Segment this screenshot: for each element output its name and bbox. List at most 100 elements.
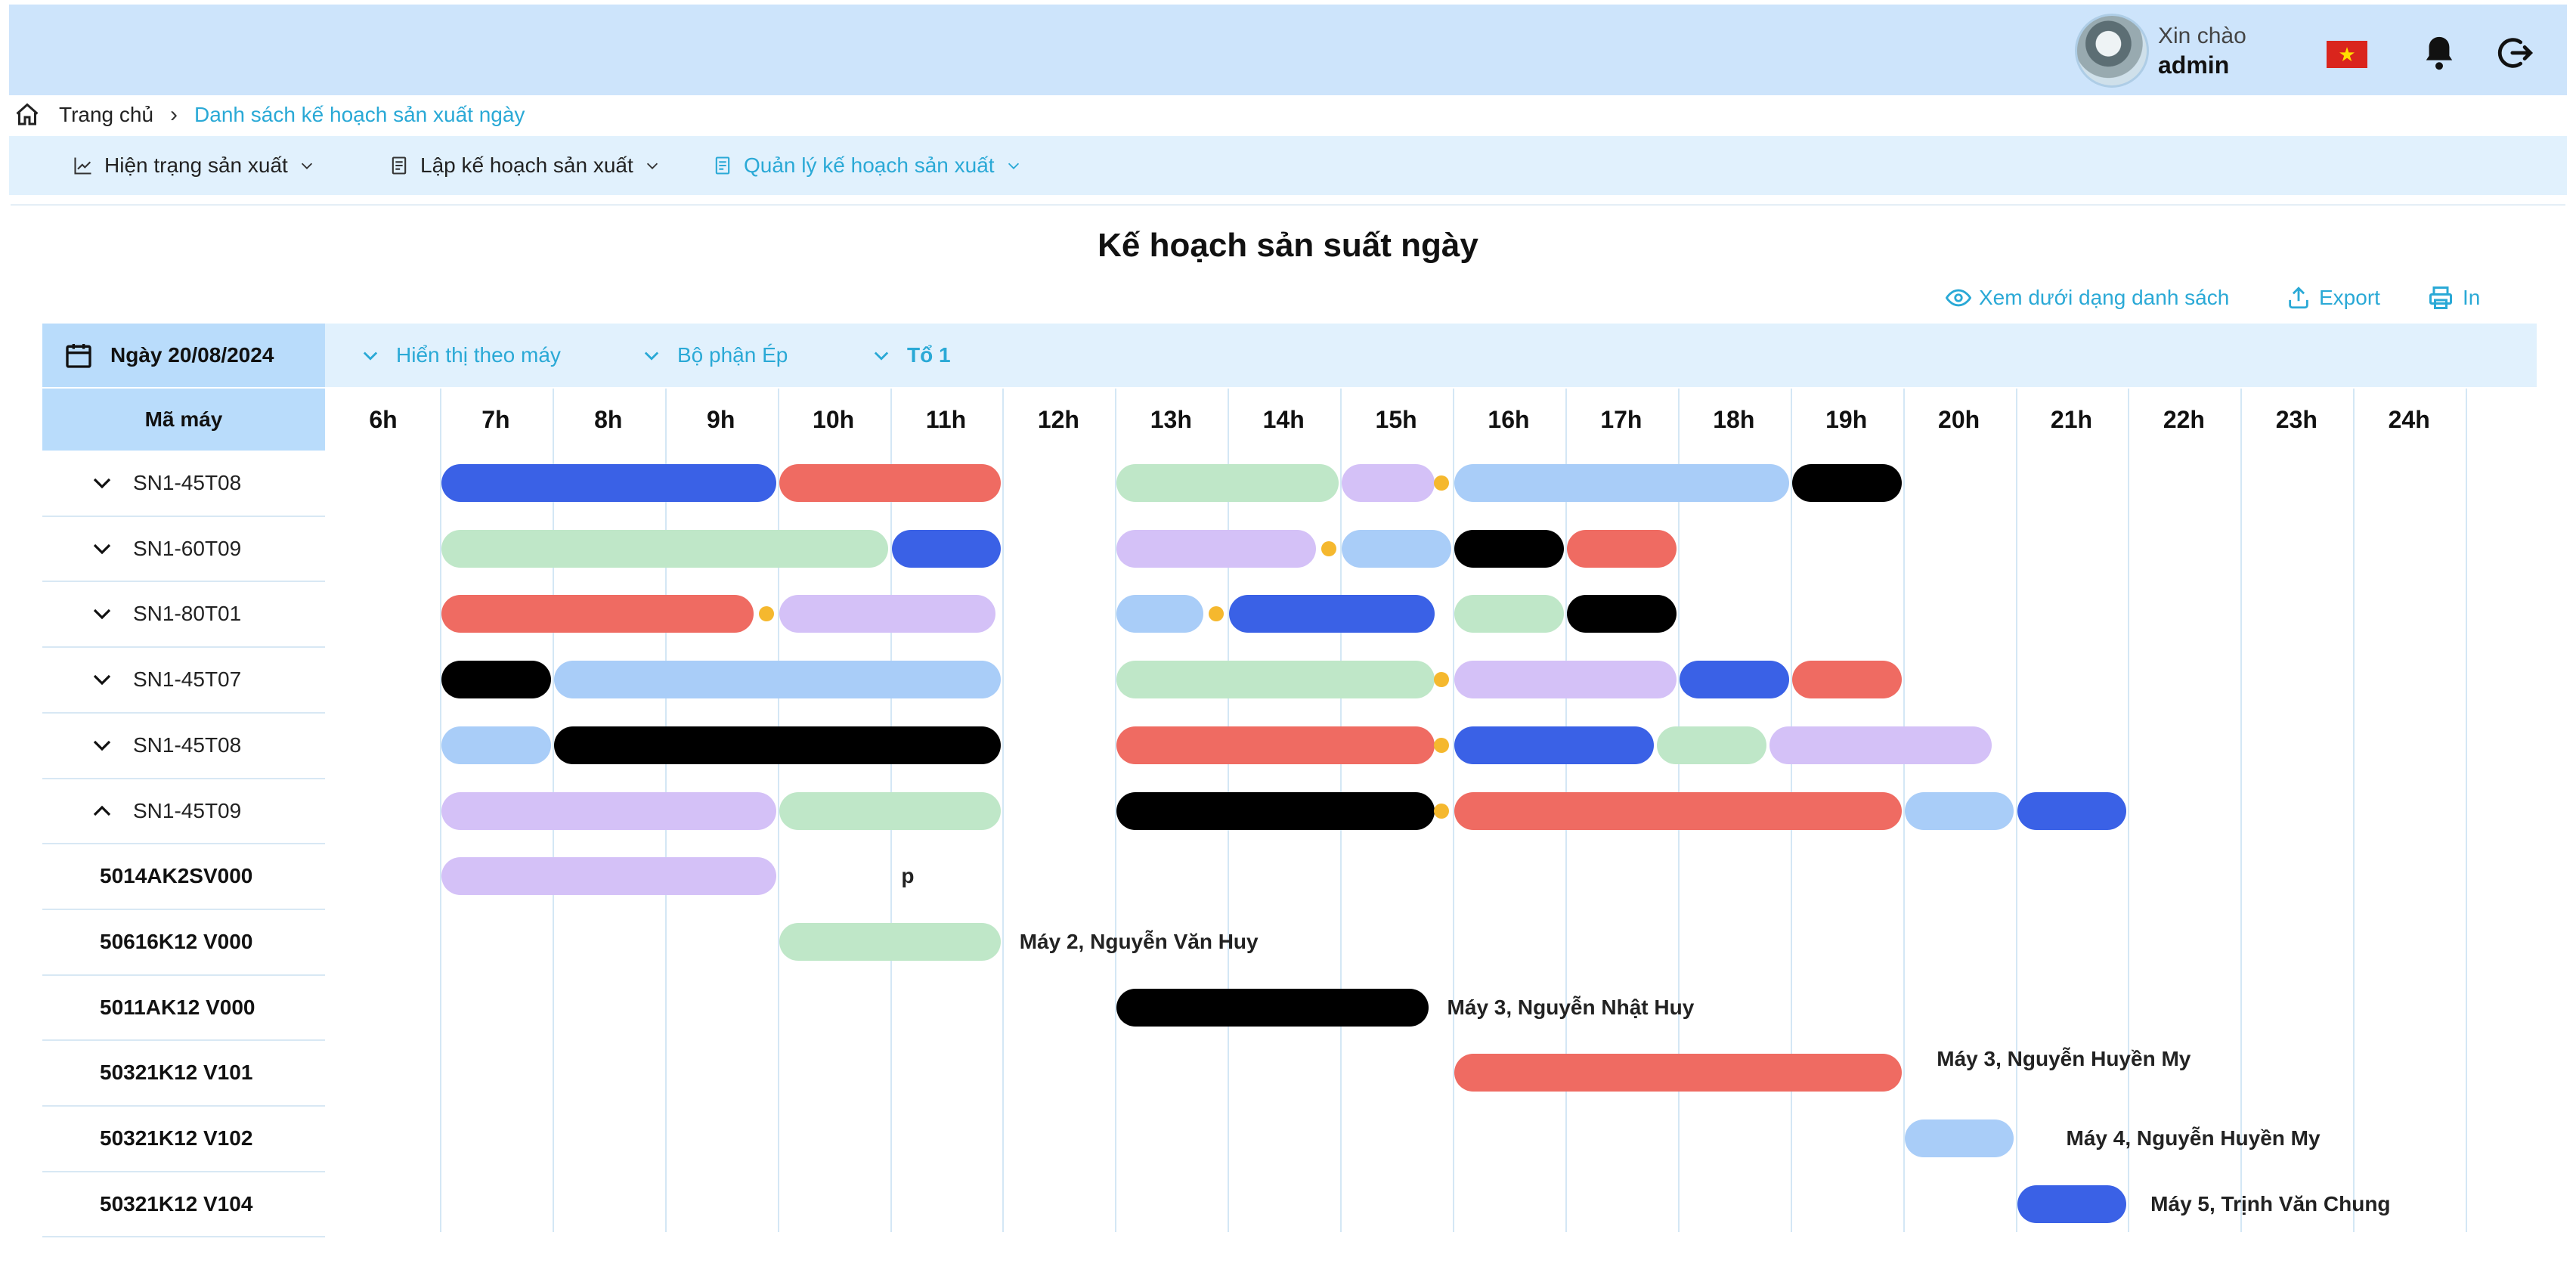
vietnam-flag-icon[interactable]: ★ xyxy=(2327,41,2367,68)
bar-annotation: Máy 2, Nguyễn Văn Huy xyxy=(1019,929,1259,953)
row-label-text: 5014AK2SV000 xyxy=(100,864,253,888)
machine-row-label[interactable]: SN1-60T09 xyxy=(42,516,325,581)
changeover-dot[interactable] xyxy=(1434,803,1450,819)
schedule-bar[interactable] xyxy=(1116,988,1429,1027)
export-button[interactable]: Export xyxy=(2286,278,2380,317)
schedule-bar[interactable] xyxy=(1769,726,1992,764)
logout-icon[interactable] xyxy=(2494,33,2534,73)
schedule-bar[interactable] xyxy=(553,726,1002,764)
home-icon[interactable] xyxy=(14,101,41,129)
schedule-bar[interactable] xyxy=(1342,529,1451,568)
team-select[interactable]: Tổ 1 xyxy=(871,324,951,387)
hour-header: 13h xyxy=(1150,406,1192,433)
hour-gridline xyxy=(2128,389,2130,1232)
changeover-dot[interactable] xyxy=(1434,475,1450,491)
machine-row-label[interactable]: SN1-45T08 xyxy=(42,713,325,778)
display-mode-value: Hiển thị theo máy xyxy=(396,343,561,367)
hour-header: 12h xyxy=(1037,406,1079,433)
schedule-bar[interactable] xyxy=(1566,529,1677,568)
user-avatar[interactable] xyxy=(2075,14,2149,88)
schedule-bar[interactable] xyxy=(1679,661,1789,699)
schedule-bar[interactable] xyxy=(1454,1054,1902,1092)
hour-header: 19h xyxy=(1825,406,1868,433)
schedule-bar[interactable] xyxy=(1116,464,1339,502)
schedule-bar[interactable] xyxy=(1116,595,1204,633)
schedule-bar[interactable] xyxy=(441,529,889,568)
schedule-bar[interactable] xyxy=(1791,661,1902,699)
schedule-bar[interactable] xyxy=(1454,726,1655,764)
hour-header: 16h xyxy=(1488,406,1530,433)
list-view-button[interactable]: Xem dưới dạng danh sách xyxy=(1946,278,2229,317)
chevron-down-icon[interactable] xyxy=(91,734,113,757)
machine-row-label[interactable]: SN1-45T08 xyxy=(42,451,325,516)
schedule-bar[interactable] xyxy=(779,791,1002,830)
page-title: Kế hoạch sản suất ngày xyxy=(1098,227,1478,264)
list-view-label: Xem dưới dạng danh sách xyxy=(1979,286,2230,309)
department-value: Bộ phận Ép xyxy=(677,343,788,367)
breadcrumb-separator-icon: › xyxy=(170,102,178,127)
schedule-bar[interactable] xyxy=(1657,726,1766,764)
chevron-down-icon[interactable] xyxy=(91,472,113,494)
schedule-bar[interactable] xyxy=(1454,529,1564,568)
schedule-bar[interactable] xyxy=(779,595,995,633)
schedule-bar[interactable] xyxy=(1229,595,1435,633)
menu-create-plan[interactable]: Lập kế hoạch sản xuất xyxy=(389,136,671,195)
schedule-bar[interactable] xyxy=(441,464,776,502)
product-row-label: 50321K12 V101 xyxy=(42,1040,325,1105)
department-select[interactable]: Bộ phận Ép xyxy=(641,324,788,387)
calendar-icon xyxy=(66,344,91,368)
chevron-down-icon[interactable] xyxy=(91,537,113,560)
schedule-bar[interactable] xyxy=(441,661,551,699)
schedule-bar[interactable] xyxy=(1791,464,1902,502)
changeover-dot[interactable] xyxy=(758,606,774,622)
schedule-bar[interactable] xyxy=(441,791,776,830)
schedule-bar[interactable] xyxy=(779,464,1002,502)
machine-row-label[interactable]: SN1-45T07 xyxy=(42,647,325,712)
chevron-up-icon[interactable] xyxy=(91,800,113,822)
user-menu[interactable]: Xin chào admin xyxy=(2075,14,2246,88)
machine-column-header: Mã máy xyxy=(42,389,325,451)
schedule-bar[interactable] xyxy=(1116,529,1317,568)
hour-header: 24h xyxy=(2388,406,2430,433)
schedule-bar[interactable] xyxy=(441,595,754,633)
schedule-bar[interactable] xyxy=(2017,791,2127,830)
changeover-dot[interactable] xyxy=(1321,540,1337,556)
schedule-bar[interactable] xyxy=(891,529,1002,568)
machine-row-label[interactable]: SN1-80T01 xyxy=(42,581,325,646)
menu-production-status[interactable]: Hiện trạng sản xuất xyxy=(73,136,326,195)
breadcrumb-home[interactable]: Trang chủ xyxy=(59,103,153,127)
schedule-bar[interactable] xyxy=(1904,1120,2014,1157)
schedule-bar[interactable] xyxy=(1904,791,2014,830)
schedule-bar[interactable] xyxy=(553,661,1002,699)
chevron-down-icon[interactable] xyxy=(91,668,113,691)
date-picker[interactable]: Ngày 20/08/2024 xyxy=(42,324,325,387)
schedule-bar[interactable] xyxy=(441,726,551,764)
chevron-down-icon xyxy=(874,351,889,361)
schedule-bar[interactable] xyxy=(1116,791,1435,830)
schedule-bar[interactable] xyxy=(1454,595,1564,633)
print-button[interactable]: In xyxy=(2426,278,2480,317)
machine-row-label[interactable]: SN1-45T09 xyxy=(42,779,325,844)
schedule-bar[interactable] xyxy=(1116,661,1435,699)
display-mode-select[interactable]: Hiển thị theo máy xyxy=(360,324,561,387)
schedule-bar[interactable] xyxy=(1116,726,1435,764)
changeover-dot[interactable] xyxy=(1434,737,1450,753)
product-row-label: 5014AK2SV000 xyxy=(42,844,325,909)
menu-manage-plan[interactable]: Quản lý kế hoạch sản xuất xyxy=(712,136,1033,195)
hour-gridline xyxy=(2353,389,2355,1232)
bell-icon[interactable] xyxy=(2422,33,2457,73)
hour-gridline xyxy=(2466,389,2468,1232)
schedule-bar[interactable] xyxy=(1566,595,1677,633)
team-value: Tổ 1 xyxy=(907,343,951,367)
breadcrumb-current[interactable]: Danh sách kế hoạch sản xuất ngày xyxy=(194,103,525,127)
hour-header: 6h xyxy=(369,406,398,433)
schedule-bar[interactable] xyxy=(1342,464,1435,502)
export-label: Export xyxy=(2319,286,2380,309)
schedule-bar[interactable] xyxy=(2017,1185,2127,1223)
chevron-down-icon[interactable] xyxy=(91,602,113,625)
schedule-bar[interactable] xyxy=(441,857,776,896)
schedule-bar[interactable] xyxy=(1454,661,1677,699)
schedule-bar[interactable] xyxy=(1454,464,1789,502)
schedule-bar[interactable] xyxy=(779,922,1002,961)
schedule-bar[interactable] xyxy=(1454,791,1902,830)
